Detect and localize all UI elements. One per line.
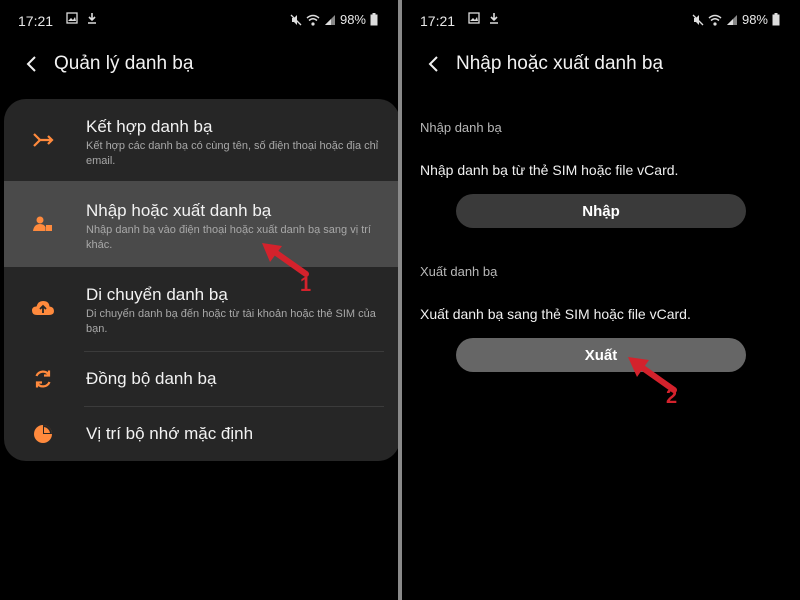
menu-item-merge-contacts[interactable]: Kết hợp danh bạ Kết hợp các danh bạ có c… [4,99,398,181]
import-description: Nhập danh bạ từ thẻ SIM hoặc file vCard. [420,162,679,178]
back-icon[interactable] [20,52,44,76]
battery-icon [370,13,378,26]
wifi-icon [306,14,320,26]
download-icon [490,13,498,24]
annotation-step-1: 1 [300,274,312,296]
export-button[interactable]: Xuất [456,338,746,372]
menu-item-sync-contacts[interactable]: Đồng bộ danh bạ [4,352,398,406]
right-screen: 17:21 98% Nhập hoặc xuất danh bạ Nhập da… [402,0,800,600]
page-title: Quản lý danh bạ [54,53,194,74]
status-bar: 17:21 98% [18,10,378,32]
menu-item-title: Nhập hoặc xuất danh bạ [86,201,272,220]
contact-import-icon [32,213,54,235]
status-bar: 17:21 98% [420,10,780,32]
menu-item-import-export[interactable]: Nhập hoặc xuất danh bạ Nhập danh bạ vào … [4,181,398,267]
battery-percent: 98% [339,12,366,27]
status-time: 17:21 [18,13,54,29]
menu-item-description: Nhập danh bạ vào điện thoại hoặc xuất da… [86,224,371,251]
menu-item-description: Kết hợp các danh bạ có cùng tên, số điện… [86,140,379,167]
app-bar: Quản lý danh bạ [20,48,193,80]
export-description: Xuất danh bạ sang thẻ SIM hoặc file vCar… [420,306,691,322]
sync-icon [32,368,54,390]
merge-icon [32,129,54,151]
menu-item-default-storage[interactable]: Vị trí bộ nhớ mặc định [4,407,398,461]
menu-item-title: Di chuyển danh bạ [86,285,228,304]
import-button[interactable]: Nhập [456,194,746,228]
menu-item-title: Vị trí bộ nhớ mặc định [86,424,254,443]
download-icon [88,13,96,24]
signal-icon [726,14,737,25]
signal-icon [324,14,335,25]
battery-icon [772,13,780,26]
wifi-icon [708,14,722,26]
contact-management-menu: Kết hợp danh bạ Kết hợp các danh bạ có c… [4,99,398,461]
export-section-label: Xuất danh bạ [420,264,498,279]
cloud-upload-icon [32,297,54,319]
image-icon [468,12,480,24]
menu-item-title: Đồng bộ danh bạ [86,369,217,388]
mute-icon [290,14,302,25]
storage-pie-icon [32,423,54,445]
image-icon [66,12,78,24]
app-bar: Nhập hoặc xuất danh bạ [422,48,663,80]
annotation-step-2: 2 [666,386,678,408]
page-title: Nhập hoặc xuất danh bạ [456,53,664,74]
battery-percent: 98% [741,12,768,27]
mute-icon [692,14,704,25]
left-screen: 17:21 98% Quản lý danh bạ Kết hợp danh b… [0,0,398,600]
menu-item-description: Di chuyển danh bạ đến hoặc từ tài khoản … [86,308,376,335]
menu-item-move-contacts[interactable]: Di chuyển danh bạ Di chuyển danh bạ đến … [4,267,398,351]
status-time: 17:21 [420,13,456,29]
back-icon[interactable] [422,52,446,76]
menu-item-title: Kết hợp danh bạ [86,117,213,136]
import-section-label: Nhập danh bạ [420,120,502,135]
